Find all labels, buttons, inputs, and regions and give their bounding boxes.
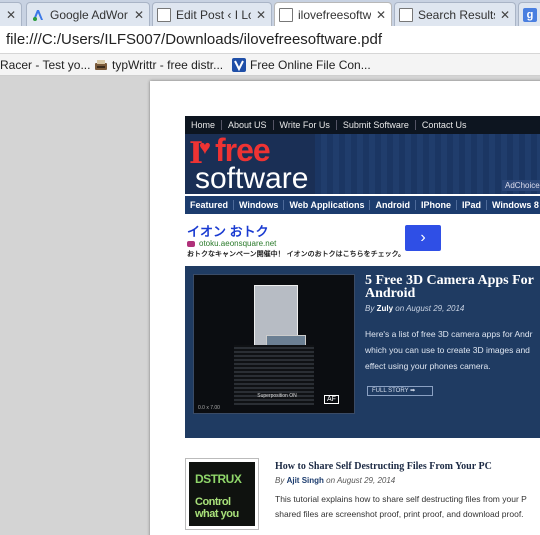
bookmark-label: typWrittr - free distr... [112,58,224,72]
featured-description: Here's a list of free 3D camera apps for… [365,329,533,371]
post-date: on August 29, 2014 [326,476,396,485]
site-banner: I ♥ free software AdChoices [185,134,540,194]
featured-image-scale: 0.0 x 7.00 [198,405,220,411]
tab-google-adwords[interactable]: Google AdWor ✕ [26,2,150,26]
ad-block[interactable]: イオン おトク otoku.aeonsquare.net おトクなキャンペーン開… [185,221,540,261]
tab-partial[interactable]: ✕ [0,2,22,26]
featured-image[interactable]: Superposition ON AF 0.0 x 7.00 [193,274,355,414]
bookmark-typwrittr[interactable]: typWrittr - free distr... [94,57,223,73]
post-thumbnail-image: DSTRUX Control what you [189,462,255,526]
tab-strip: ✕ Google AdWor ✕ Edit Post ‹ I Lov ✕ ilo… [0,0,540,26]
nav-windows-8[interactable]: Windows 8 [487,200,540,210]
address-bar[interactable]: file:///C:/Users/ILFS007/Downloads/ilove… [0,26,540,54]
post-meta: By Ajit Singh on August 29, 2014 [275,476,395,485]
close-icon[interactable]: ✕ [499,8,511,22]
nav-about-us[interactable]: About US [222,120,274,130]
featured-image-caption: Superposition ON [257,393,297,399]
page-icon [399,7,413,22]
featured-date: on August 29, 2014 [395,304,465,313]
page-icon [157,7,171,22]
featured-article: Superposition ON AF 0.0 x 7.00 5 Free 3D… [185,266,540,438]
nav-ipad[interactable]: IPad [457,200,487,210]
post-author[interactable]: Ajit Singh [287,476,324,485]
featured-meta: By Zuly on August 29, 2014 [365,304,464,313]
site-main-nav: Featured Windows Web Applications Androi… [185,196,540,214]
tab-google[interactable]: g [518,2,540,26]
bookmark-label: Racer - Test yo... [0,58,91,72]
v-logo-icon [232,58,246,72]
nav-submit-software[interactable]: Submit Software [337,120,416,130]
tab-title: Edit Post ‹ I Lov [176,7,251,22]
nav-android[interactable]: Android [370,200,416,210]
full-story-button[interactable]: FULL STORY ➡ [367,386,433,396]
tab-edit-post[interactable]: Edit Post ‹ I Lov ✕ [152,2,272,26]
tab-title: Google AdWor [50,7,128,22]
typewriter-icon [94,58,108,72]
tab-title: ilovefreesoftwa [298,7,371,22]
featured-author[interactable]: Zuly [377,304,393,313]
featured-by: By [365,304,375,313]
bookmark-free-online-file-converter[interactable]: Free Online File Con... [232,57,371,73]
tab-title: Search Results [418,7,495,22]
ad-url-text: otoku.aeonsquare.net [199,239,277,248]
address-url[interactable]: file:///C:/Users/ILFS007/Downloads/ilove… [6,31,382,48]
adwords-icon [31,8,45,22]
ad-description: おトクなキャンペーン開催中！ イオンのおトクはこちらをチェック。 [187,251,406,258]
post-by: By [275,476,285,485]
pdf-viewer[interactable]: Home About US Write For Us Submit Softwa… [0,77,540,535]
nav-contact-us[interactable]: Contact Us [416,120,473,130]
thumb-text-control: Control what you [195,496,239,520]
tab-ilovefreesoftware[interactable]: ilovefreesoftwa ✕ [274,2,392,26]
bookmarks-bar: Racer - Test yo... typWrittr - free dist… [0,54,540,76]
nav-windows[interactable]: Windows [234,200,285,210]
close-icon[interactable]: ✕ [5,8,17,22]
logo-software: software [195,162,309,194]
ad-arrow-button[interactable]: › [405,225,441,251]
post-thumbnail[interactable]: DSTRUX Control what you [185,458,259,530]
post-title[interactable]: How to Share Self Destructing Files From… [275,461,492,472]
site-top-nav: Home About US Write For Us Submit Softwa… [185,116,540,134]
featured-title[interactable]: 5 Free 3D Camera Apps For Android [365,274,540,301]
tab-search-results[interactable]: Search Results ✕ [394,2,516,26]
ad-title[interactable]: イオン おトク [187,221,269,240]
nav-featured[interactable]: Featured [185,200,235,210]
nav-web-applications[interactable]: Web Applications [284,200,371,210]
ad-favicon-icon [187,240,195,247]
featured-image-af: AF [324,395,339,404]
google-icon: g [523,7,537,22]
heart-icon: ♥ [199,137,211,159]
close-icon[interactable]: ✕ [133,8,145,22]
thumb-text-dstrux: DSTRUX [195,472,242,486]
nav-home[interactable]: Home [185,120,223,130]
post-description: This tutorial explains how to share self… [275,494,527,519]
page-icon [279,7,293,22]
nav-write-for-us[interactable]: Write For Us [274,120,337,130]
pdf-page: Home About US Write For Us Submit Softwa… [150,81,540,535]
nav-iphone[interactable]: IPhone [416,200,457,210]
close-icon[interactable]: ✕ [255,8,267,22]
close-icon[interactable]: ✕ [375,8,387,22]
ad-url[interactable]: otoku.aeonsquare.net [187,239,276,248]
bookmark-label: Free Online File Con... [250,58,371,72]
bookmark-racer[interactable]: Racer - Test yo... [0,57,90,73]
adchoices-label[interactable]: AdChoices [502,180,540,191]
